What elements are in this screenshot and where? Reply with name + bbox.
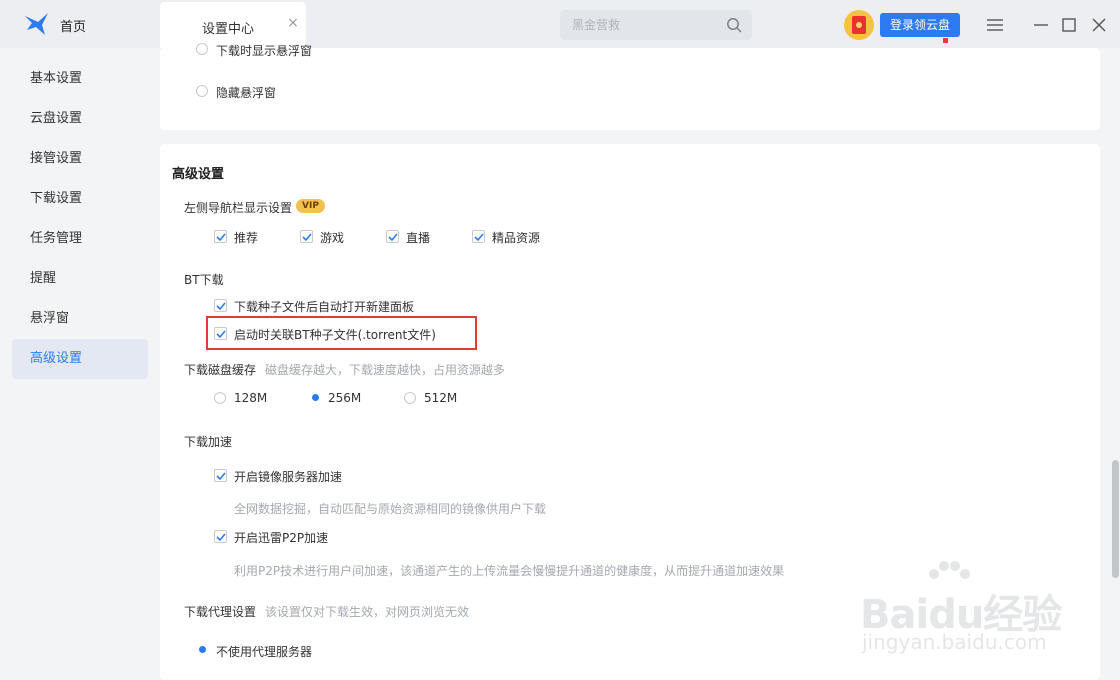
sidebar-item-advanced[interactable]: 高级设置 xyxy=(12,339,148,379)
checkbox-games[interactable] xyxy=(300,230,313,243)
red-packet-icon[interactable] xyxy=(844,10,874,40)
close-window-icon[interactable] xyxy=(1090,16,1108,34)
proxy-label: 下载代理设置 xyxy=(184,605,257,619)
radio-hide-floating[interactable] xyxy=(196,85,208,97)
sidebar-item-floating-window[interactable]: 悬浮窗 xyxy=(12,299,148,339)
checkmark-icon xyxy=(388,233,398,242)
xunlei-bird-logo-icon[interactable] xyxy=(24,12,50,36)
radio-cache-512m[interactable] xyxy=(404,392,416,404)
radio-no-proxy[interactable] xyxy=(199,646,206,653)
sidebar-item-takeover[interactable]: 接管设置 xyxy=(12,139,148,179)
menu-icon[interactable] xyxy=(986,16,1004,34)
checkmark-icon xyxy=(216,472,226,481)
checkbox-recommend[interactable] xyxy=(214,230,227,243)
option-label: 直播 xyxy=(406,231,431,245)
title-bar: 首页 设置中心 × 登录领云盘 xyxy=(0,0,1120,48)
checkbox-live[interactable] xyxy=(386,230,399,243)
checkmark-icon xyxy=(216,533,226,542)
proxy-hint: 该设置仅对下载生效，对网页浏览无效 xyxy=(265,605,470,619)
nav-display-label: 左侧导航栏显示设置 xyxy=(184,201,293,215)
sidebar-item-cloud[interactable]: 云盘设置 xyxy=(12,99,148,139)
option-label: 隐藏悬浮窗 xyxy=(216,86,277,100)
close-tab-icon[interactable]: × xyxy=(286,16,300,30)
checkmark-icon xyxy=(474,233,484,242)
search-box xyxy=(560,10,752,40)
login-button[interactable]: 登录领云盘 xyxy=(880,13,960,37)
bt-download-label: BT下载 xyxy=(184,273,224,287)
option-label: 下载种子文件后自动打开新建面板 xyxy=(234,300,415,314)
home-link[interactable]: 首页 xyxy=(60,16,86,35)
baidu-jingyan-watermark: Baidu经验 jingyan.baidu.com xyxy=(860,560,1062,660)
disk-cache-label: 下载磁盘缓存 xyxy=(184,363,257,377)
checkbox-p2p-acceleration[interactable] xyxy=(214,530,227,543)
option-label: 256M xyxy=(328,391,362,405)
option-label: 512M xyxy=(424,391,458,405)
settings-sidebar: 基本设置 云盘设置 接管设置 下载设置 任务管理 提醒 悬浮窗 高级设置 xyxy=(0,48,160,680)
checkbox-mirror-acceleration[interactable] xyxy=(214,469,227,482)
p2p-description: 利用P2P技术进行用户间加速，该通道产生的上传流量会慢慢提升通道的健康度，从而提… xyxy=(234,564,785,578)
sidebar-item-tasks[interactable]: 任务管理 xyxy=(12,219,148,259)
section-title: 高级设置 xyxy=(172,167,225,182)
checkmark-icon xyxy=(302,233,312,242)
watermark-url: jingyan.baidu.com xyxy=(862,630,1047,654)
tab-label: 设置中心 xyxy=(202,22,255,37)
option-label: 游戏 xyxy=(320,231,345,245)
option-label: 不使用代理服务器 xyxy=(216,645,313,659)
scrollbar-track xyxy=(1108,48,1120,680)
sidebar-item-basic[interactable]: 基本设置 xyxy=(12,59,148,99)
scrollbar-thumb[interactable] xyxy=(1112,460,1119,578)
radio-cache-256m[interactable] xyxy=(312,394,319,401)
minimize-icon[interactable] xyxy=(1032,16,1050,34)
option-label: 开启迅雷P2P加速 xyxy=(234,531,329,545)
checkbox-premium-resources[interactable] xyxy=(472,230,485,243)
mirror-description: 全网数据挖掘，自动匹配与原始资源相同的镜像供用户下载 xyxy=(234,502,547,516)
option-label: 推荐 xyxy=(234,231,259,245)
checkmark-icon xyxy=(216,302,226,311)
disk-cache-hint: 磁盘缓存越大，下载速度越快，占用资源越多 xyxy=(265,363,506,377)
option-label: 精品资源 xyxy=(492,231,541,245)
search-icon[interactable] xyxy=(726,17,742,33)
checkbox-auto-open-panel[interactable] xyxy=(214,299,227,312)
option-label: 下载时显示悬浮窗 xyxy=(216,44,313,58)
radio-show-floating[interactable] xyxy=(196,43,208,55)
acceleration-label: 下载加速 xyxy=(184,435,233,449)
vip-badge: VIP xyxy=(296,199,325,213)
sidebar-item-reminders[interactable]: 提醒 xyxy=(12,259,148,299)
option-label: 128M xyxy=(234,391,268,405)
option-label: 开启镜像服务器加速 xyxy=(234,470,343,484)
maximize-icon[interactable] xyxy=(1060,16,1078,34)
notification-dot xyxy=(943,38,948,43)
checkmark-icon xyxy=(216,233,226,242)
floating-window-card xyxy=(160,48,1100,130)
highlight-annotation-box xyxy=(206,316,477,350)
radio-cache-128m[interactable] xyxy=(214,392,226,404)
search-input[interactable] xyxy=(560,10,720,40)
red-envelope-seal xyxy=(856,22,862,28)
sidebar-item-download[interactable]: 下载设置 xyxy=(12,179,148,219)
